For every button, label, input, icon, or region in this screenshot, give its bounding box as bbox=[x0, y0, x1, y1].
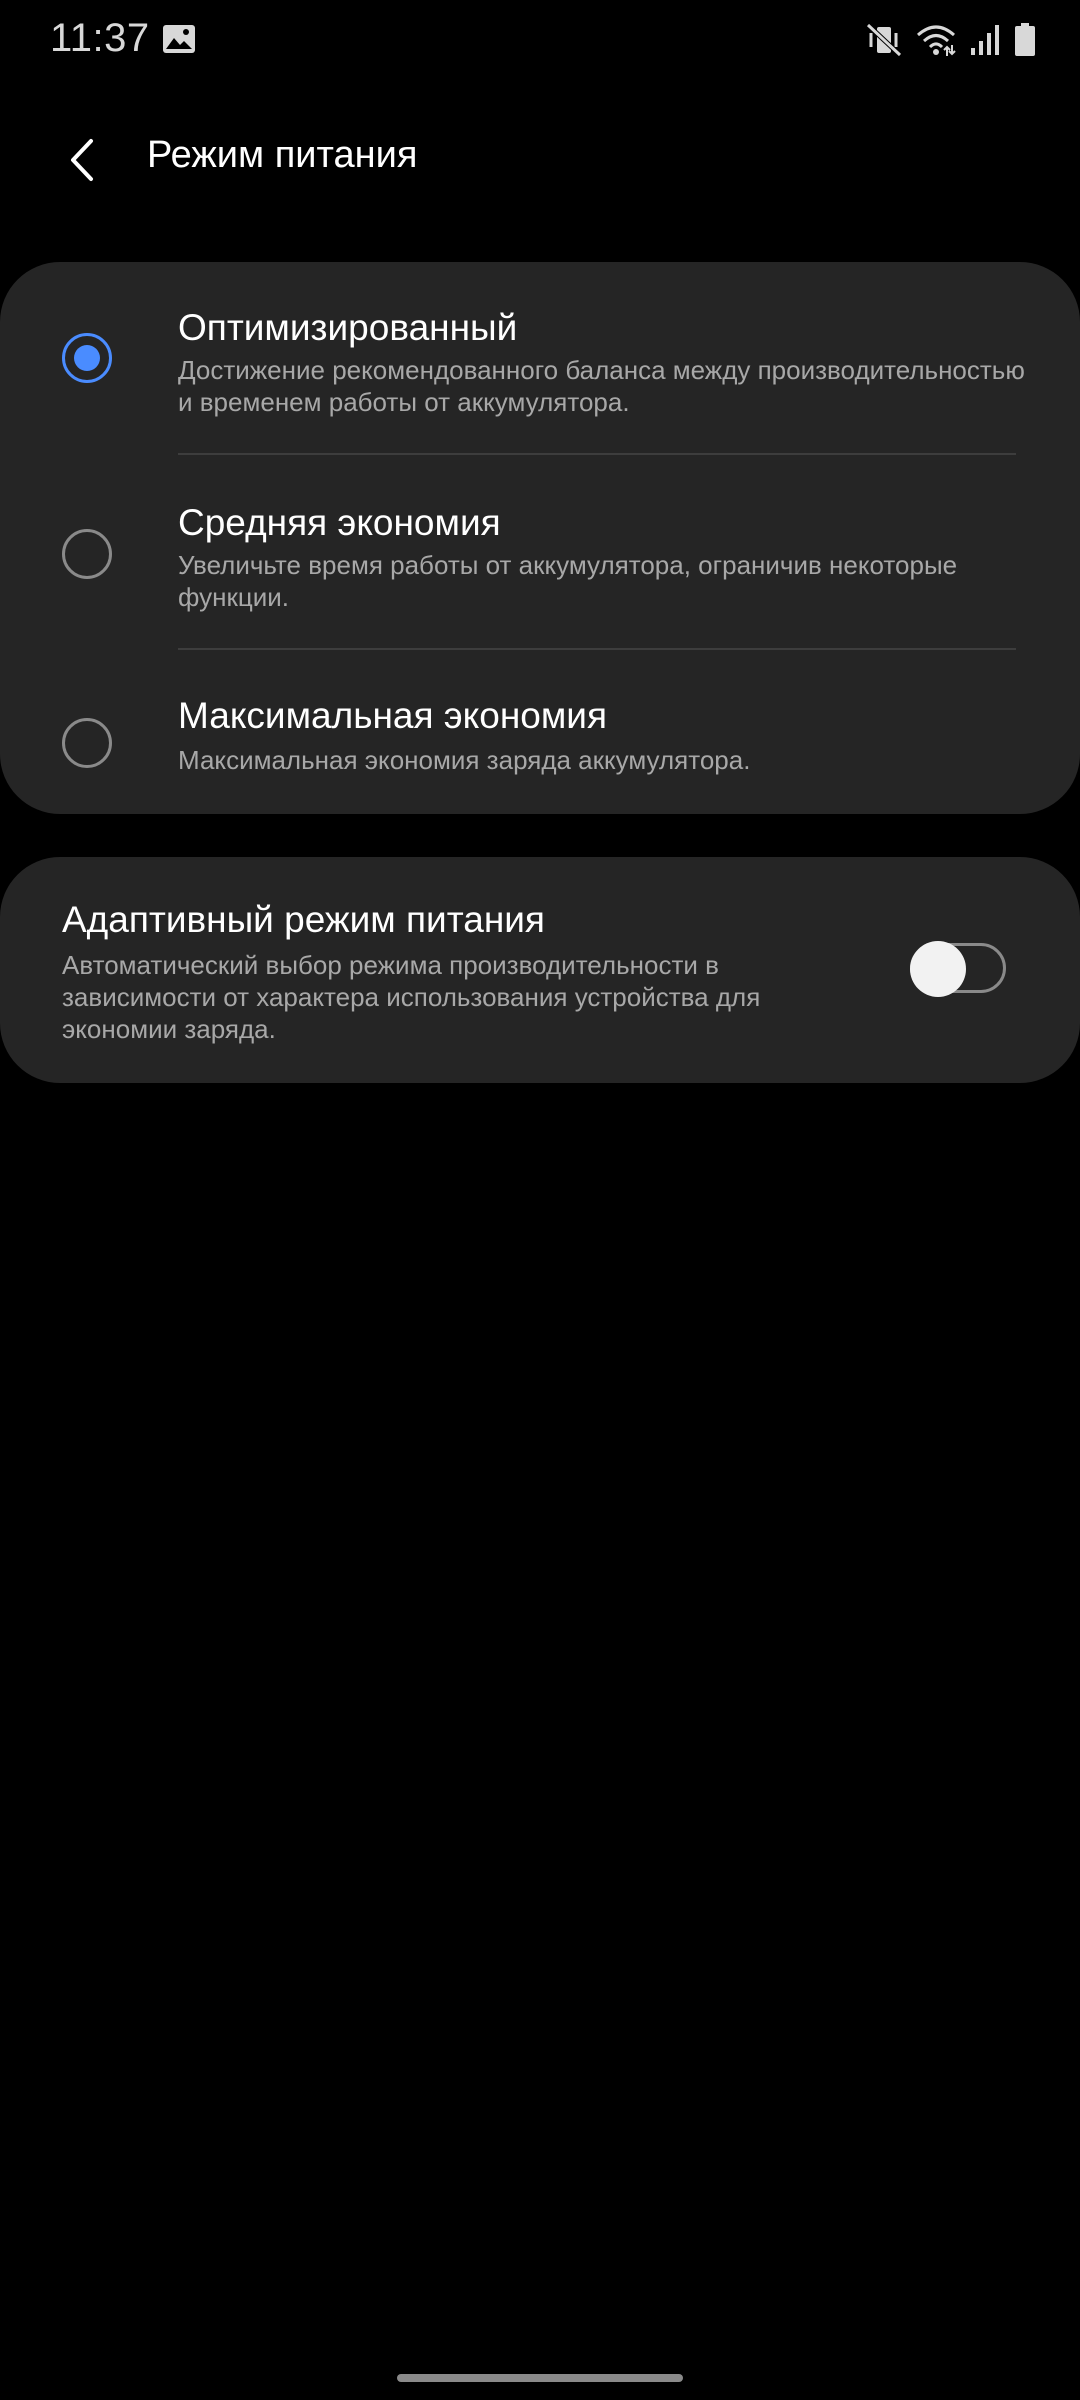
status-bar: 11:37 bbox=[0, 0, 1080, 80]
mode-option-medium-saving[interactable]: Средняя экономия Увеличьте время работы … bbox=[0, 455, 1080, 648]
status-time: 11:37 bbox=[50, 16, 150, 60]
toggle-thumb bbox=[910, 941, 966, 997]
mode-title: Оптимизированный bbox=[178, 307, 518, 348]
back-button[interactable] bbox=[52, 130, 112, 190]
mode-description: Увеличьте время работы от аккумулятора, … bbox=[178, 550, 958, 612]
status-icons bbox=[866, 20, 1036, 60]
signal-icon bbox=[970, 24, 1000, 56]
adaptive-mode-description: Автоматический выбор режима производител… bbox=[62, 950, 761, 1044]
adaptive-mode-toggle[interactable] bbox=[910, 941, 1008, 997]
mode-description: Достижение рекомендованного баланса межд… bbox=[178, 355, 1025, 417]
back-arrow-icon bbox=[71, 139, 93, 181]
gesture-nav-handle[interactable] bbox=[397, 2374, 683, 2382]
radio-max-saving[interactable] bbox=[62, 718, 112, 768]
mode-title: Максимальная экономия bbox=[178, 695, 608, 736]
vibrate-mute-icon bbox=[866, 23, 902, 57]
mode-title: Средняя экономия bbox=[178, 502, 501, 543]
battery-icon bbox=[1014, 23, 1036, 57]
app-header: Режим питания bbox=[0, 110, 1080, 210]
gallery-icon bbox=[162, 24, 196, 54]
radio-medium-saving[interactable] bbox=[62, 529, 112, 579]
wifi-icon bbox=[916, 23, 956, 57]
radio-optimized[interactable] bbox=[62, 333, 112, 383]
mode-description: Максимальная экономия заряда аккумулятор… bbox=[178, 745, 751, 775]
page-title: Режим питания bbox=[147, 134, 418, 176]
power-modes-card: Оптимизированный Достижение рекомендован… bbox=[0, 262, 1080, 814]
mode-option-optimized[interactable]: Оптимизированный Достижение рекомендован… bbox=[0, 262, 1080, 452]
mode-option-max-saving[interactable]: Максимальная экономия Максимальная эконо… bbox=[0, 650, 1080, 814]
adaptive-mode-title: Адаптивный режим питания bbox=[62, 899, 545, 940]
adaptive-mode-card[interactable]: Адаптивный режим питания Автоматический … bbox=[0, 857, 1080, 1083]
